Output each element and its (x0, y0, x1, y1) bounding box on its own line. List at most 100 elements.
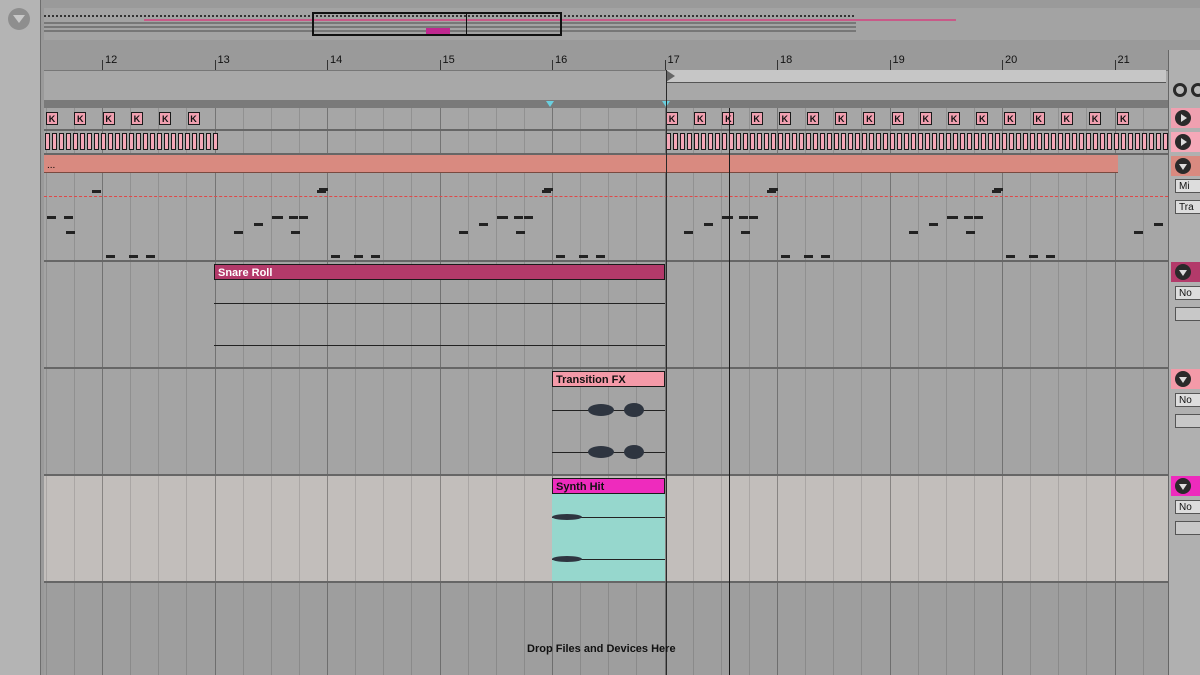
kick-hit[interactable]: K (948, 112, 960, 125)
hihat-hit[interactable] (953, 133, 958, 150)
hihat-hit[interactable] (199, 133, 204, 150)
hihat-hit[interactable] (694, 133, 699, 150)
hihat-hit[interactable] (715, 133, 720, 150)
kick-hit[interactable]: K (1117, 112, 1130, 125)
hihat-hit[interactable] (918, 133, 923, 150)
transition-fx-track-header[interactable] (1171, 369, 1200, 389)
kick-hit[interactable]: K (1060, 112, 1073, 125)
midi-note[interactable] (749, 216, 758, 219)
midi-from-selector[interactable]: Mi (1175, 179, 1200, 193)
hihat-hit[interactable] (1142, 133, 1147, 150)
hihat-hit[interactable] (820, 133, 825, 150)
hihat-hit[interactable] (764, 133, 769, 150)
kick-track[interactable]: KKKKKKKKKKKKKKKKKKKKKKK (44, 108, 1168, 131)
hihat-hit[interactable] (967, 133, 972, 150)
synth-monitor-field[interactable] (1175, 521, 1200, 535)
midi-note[interactable] (947, 216, 956, 219)
midi-note[interactable] (317, 190, 326, 193)
hihat-hit[interactable] (1037, 133, 1042, 150)
transition-fx-clip-header[interactable]: Transition FX (552, 371, 665, 387)
hihat-hit[interactable] (206, 133, 211, 150)
hihat-hit[interactable] (1107, 133, 1112, 150)
hihat-hit[interactable] (108, 133, 113, 150)
midi-clip[interactable] (666, 155, 1118, 173)
hihat-hit[interactable] (1051, 133, 1056, 150)
fx-monitor-field[interactable] (1175, 414, 1200, 428)
midi-note[interactable] (992, 190, 1001, 193)
drop-area[interactable] (44, 583, 1168, 675)
hihat-hit[interactable] (45, 133, 50, 150)
midi-note[interactable] (289, 216, 298, 219)
hihat-hit[interactable] (73, 133, 78, 150)
midi-note[interactable] (1006, 255, 1015, 258)
synth-input-selector[interactable]: No (1175, 500, 1200, 514)
hihat-hit[interactable] (827, 133, 832, 150)
hihat-hit[interactable] (925, 133, 930, 150)
hihat-hit[interactable] (1149, 133, 1154, 150)
snare-input-selector[interactable]: No (1175, 286, 1200, 300)
midi-note[interactable] (524, 216, 533, 219)
midi-note[interactable] (964, 216, 973, 219)
midi-note[interactable] (596, 255, 605, 258)
hihat-hit[interactable] (52, 133, 57, 150)
hihat-track[interactable] (44, 131, 1168, 155)
hihat-hit[interactable] (192, 133, 197, 150)
midi-clip[interactable]: ... (44, 155, 214, 173)
kick-hit[interactable]: K (863, 112, 876, 125)
hihat-hit[interactable] (750, 133, 755, 150)
kick-hit[interactable]: K (750, 112, 763, 125)
midi-note[interactable] (354, 255, 363, 258)
hihat-hit[interactable] (988, 133, 993, 150)
hihat-hit[interactable] (66, 133, 71, 150)
playhead[interactable] (729, 108, 730, 675)
hihat-hit[interactable] (799, 133, 804, 150)
kick-hit[interactable]: K (159, 112, 172, 125)
hihat-hit[interactable] (1058, 133, 1063, 150)
kick-hit[interactable]: K (102, 112, 115, 125)
hihat-hit[interactable] (995, 133, 1000, 150)
hihat-hit[interactable] (122, 133, 127, 150)
midi-clip[interactable] (214, 155, 666, 173)
hihat-hit[interactable] (701, 133, 706, 150)
hihat-hit[interactable] (904, 133, 909, 150)
snare-roll-clip-header[interactable]: Snare Roll (214, 264, 665, 280)
hihat-hit[interactable] (1044, 133, 1049, 150)
fold-icon[interactable] (1175, 478, 1191, 494)
transition-fx-track[interactable]: Transition FX (44, 369, 1168, 476)
midi-note[interactable] (129, 255, 138, 258)
loop-brace[interactable] (666, 70, 1166, 83)
midi-note[interactable] (234, 231, 243, 234)
kick-hit[interactable]: K (74, 112, 87, 125)
fold-icon[interactable] (1175, 158, 1191, 174)
midi-note[interactable] (1029, 255, 1038, 258)
midi-note[interactable] (516, 231, 525, 234)
hihat-hit[interactable] (680, 133, 685, 150)
midi-note[interactable] (1154, 223, 1163, 226)
hihat-hit[interactable] (890, 133, 895, 150)
hihat-hit[interactable] (869, 133, 874, 150)
midi-note[interactable] (804, 255, 813, 258)
midi-note[interactable] (47, 216, 56, 219)
hihat-hit[interactable] (136, 133, 141, 150)
kick-hit[interactable]: K (976, 112, 989, 125)
play-icon[interactable] (1175, 134, 1191, 150)
synth-hit-track-header[interactable] (1171, 476, 1200, 496)
hihat-hit[interactable] (785, 133, 790, 150)
kick-hit[interactable]: K (694, 112, 707, 125)
snare-track-header[interactable] (1171, 262, 1200, 282)
midi-note[interactable] (781, 255, 790, 258)
hihat-hit[interactable] (862, 133, 867, 150)
fold-icon[interactable] (1175, 264, 1191, 280)
synth-hit-track[interactable]: Synth Hit (44, 476, 1168, 583)
midi-note[interactable] (739, 216, 748, 219)
midi-note[interactable] (66, 231, 75, 234)
hihat-hit[interactable] (778, 133, 783, 150)
loop-start-flag-icon[interactable] (666, 70, 675, 82)
midi-note[interactable] (966, 231, 975, 234)
fx-input-selector[interactable]: No (1175, 393, 1200, 407)
scroll-left-icon[interactable] (1173, 83, 1187, 97)
midi-note[interactable] (291, 231, 300, 234)
snare-monitor-field[interactable] (1175, 307, 1200, 321)
hihat-hit[interactable] (1030, 133, 1035, 150)
hihat-hit[interactable] (94, 133, 99, 150)
